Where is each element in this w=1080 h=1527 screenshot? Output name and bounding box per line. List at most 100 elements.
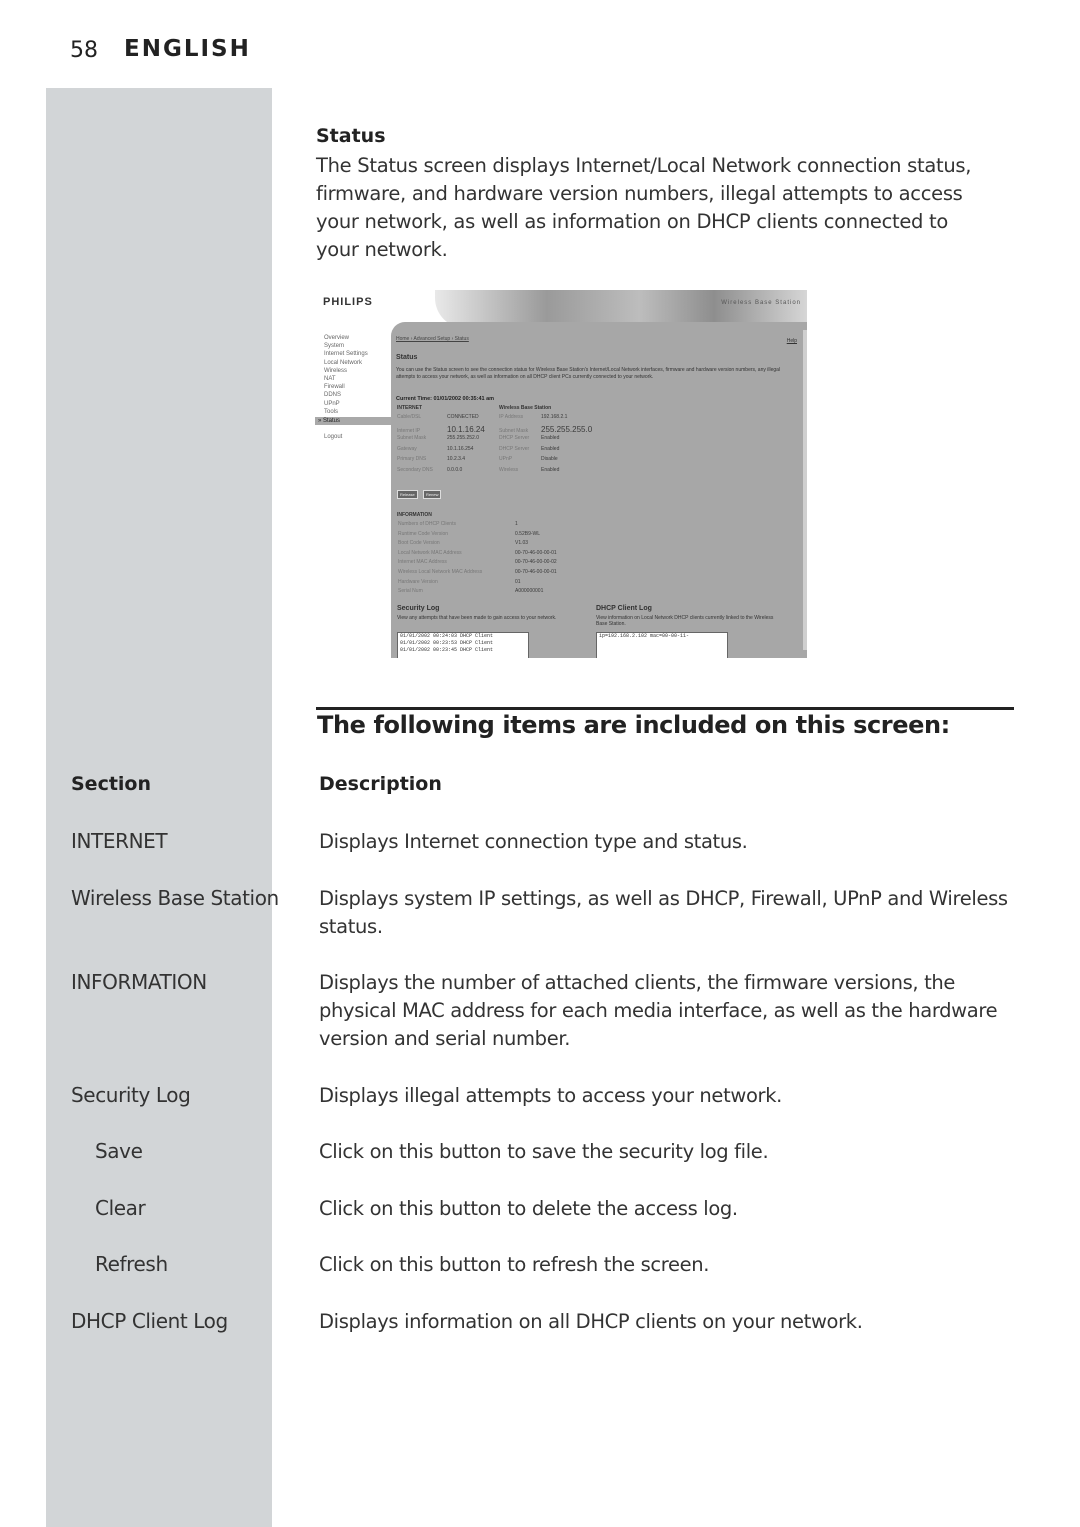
- value: 00-70-46-00-00-02: [515, 559, 557, 566]
- section-description: Click on this button to delete the acces…: [319, 1197, 738, 1220]
- status-screenshot: Wireless Base Station PHILIPS Overview S…: [315, 290, 807, 658]
- section-description: Displays illegal attempts to access your…: [319, 1084, 783, 1107]
- value: A000000001: [515, 588, 544, 595]
- value: 0.0.0.0: [447, 466, 463, 473]
- value: 01: [515, 578, 521, 585]
- key: UPnP: [499, 456, 513, 462]
- value: 00-70-46-00-00-01: [515, 549, 557, 556]
- key: Internet MAC Address: [398, 559, 447, 566]
- key: Boot Code Version: [398, 540, 440, 547]
- table-row: DHCP Server Enabled: [499, 446, 592, 457]
- key: DHCP Server: [499, 445, 530, 452]
- log-line: 01/01/2002 00:24:03 DHCP Client: [400, 633, 494, 639]
- value: 255.255.255.0: [541, 424, 593, 434]
- dhcp-log-textarea[interactable]: ip=192.168.2.102 mac=00-00-11-: [596, 632, 728, 658]
- section-label: Clear: [95, 1196, 146, 1220]
- dhcp-log-heading: DHCP Client Log: [596, 605, 652, 612]
- section-label: INTERNET: [71, 829, 168, 853]
- section-divider: [316, 707, 1014, 710]
- panel-heading: Status: [396, 354, 418, 361]
- nav-item[interactable]: Tools: [315, 408, 391, 416]
- value: 00-70-46-00-00-01: [515, 568, 557, 575]
- key: Hardware Version: [398, 578, 438, 585]
- key: Secondary DNS: [397, 466, 433, 473]
- nav-item[interactable]: Wireless: [315, 367, 391, 375]
- information-heading: INFORMATION: [397, 512, 432, 518]
- renew-button[interactable]: Renew: [423, 490, 442, 499]
- value: 10.1.16.24: [447, 424, 485, 434]
- table-row: Numbers of DHCP Clients 1: [398, 521, 557, 531]
- table-row: Primary DNS 10.2.3.4: [397, 456, 485, 467]
- value: 10.2.3.4: [447, 456, 466, 462]
- screenshot-panel: Home › Advanced Setup › Status Help Stat…: [391, 322, 807, 658]
- release-button[interactable]: Release: [397, 490, 418, 499]
- section-label: DHCP Client Log: [71, 1309, 228, 1333]
- screenshot-nav: Overview System Internet Settings Local …: [315, 334, 391, 441]
- key: Subnet Mask: [499, 427, 529, 434]
- section-description: Displays system IP settings, as well as …: [319, 887, 1008, 938]
- page-number: 58: [70, 38, 98, 63]
- table-row: IP Address 192.168.2.1: [499, 414, 592, 425]
- value: Enabled: [541, 466, 560, 473]
- nav-item[interactable]: Firewall: [315, 383, 391, 391]
- section-label: Save: [95, 1139, 143, 1163]
- log-line: 01/01/2002 00:23:53 DHCP Client: [400, 640, 494, 646]
- breadcrumb[interactable]: Home › Advanced Setup › Status: [396, 336, 469, 342]
- scrollbar[interactable]: [803, 330, 807, 650]
- nav-item[interactable]: Internet Settings: [315, 350, 391, 358]
- section-label: Security Log: [71, 1083, 191, 1107]
- table-row: Internet MAC Address 00-70-46-00-00-02: [398, 559, 557, 569]
- key: Serial Num: [398, 588, 423, 595]
- table-row: Wireless Enabled: [499, 467, 592, 478]
- internet-table: INTERNET Cable/DSL CONNECTED Internet IP 1…: [397, 405, 485, 477]
- table-row: Hardware Version 01: [398, 579, 557, 589]
- nav-item[interactable]: System: [315, 342, 391, 350]
- table-row: Subnet Mask 255.255.252.0: [397, 435, 485, 446]
- value: 10.1.16.254: [447, 445, 474, 452]
- table-row: Boot Code Version V1.03: [398, 540, 557, 550]
- nav-item[interactable]: UPnP: [315, 400, 391, 408]
- nav-item[interactable]: Overview: [315, 334, 391, 342]
- nav-item-status-active[interactable]: » Status: [315, 417, 391, 426]
- section-label: Refresh: [95, 1252, 168, 1276]
- value: Enabled: [541, 445, 560, 452]
- security-log-textarea[interactable]: 01/01/2002 00:24:03 DHCP Client 01/01/20…: [397, 632, 529, 658]
- section-description: Displays the number of attached clients,…: [319, 971, 998, 1050]
- description-column-header: Description: [319, 773, 442, 795]
- section-description: Displays Internet connection type and st…: [319, 830, 748, 853]
- nav-item[interactable]: DDNS: [315, 391, 391, 399]
- value: 0.52B9-WL: [515, 530, 541, 537]
- language-heading: ENGLISH: [124, 36, 251, 62]
- table-row: Internet IP 10.1.16.24: [397, 425, 485, 436]
- key: Numbers of DHCP Clients: [398, 521, 456, 527]
- table-row: UPnP Disable: [499, 456, 592, 467]
- table-row: Local Network MAC Address 00-70-46-00-00-…: [398, 550, 557, 560]
- table-row: Secondary DNS 0.0.0.0: [397, 467, 485, 478]
- key: IP Address: [499, 414, 524, 420]
- key: Gateway: [397, 445, 417, 452]
- value: Disable: [541, 456, 558, 462]
- help-link[interactable]: Help: [787, 338, 797, 344]
- nav-item[interactable]: Local Network: [315, 359, 391, 367]
- value: CONNECTED: [447, 414, 479, 420]
- key: Subnet Mask: [397, 435, 427, 441]
- value: 1: [515, 521, 518, 527]
- security-log-description: View any attempts that have been made to…: [397, 615, 557, 621]
- table-row: DHCP Server Enabled: [499, 435, 592, 446]
- log-line: 01/01/2002 00:23:45 DHCP Client: [400, 647, 494, 653]
- key: Wireless Local Network MAC Address: [398, 568, 483, 575]
- panel-description: You can use the Status screen to see the…: [396, 367, 781, 380]
- key: Cable/DSL: [397, 414, 422, 420]
- key: Local Network MAC Address: [398, 549, 462, 556]
- brand-label: Wireless Base Station: [721, 300, 801, 306]
- table-row: Subnet Mask 255.255.255.0: [499, 425, 592, 436]
- current-time: Current Time: 01/01/2002 00:35:41 am: [396, 396, 495, 402]
- key: Internet IP: [397, 427, 421, 434]
- section-description: Click on this button to save the securit…: [319, 1140, 769, 1163]
- nav-item-logout[interactable]: Logout: [315, 433, 391, 441]
- security-log-heading: Security Log: [397, 605, 440, 612]
- table-row: Runtime Code Version 0.52B9-WL: [398, 531, 557, 541]
- nav-item[interactable]: NAT: [315, 375, 391, 383]
- internet-heading: INTERNET: [397, 405, 422, 411]
- section-label: INFORMATION: [71, 970, 207, 994]
